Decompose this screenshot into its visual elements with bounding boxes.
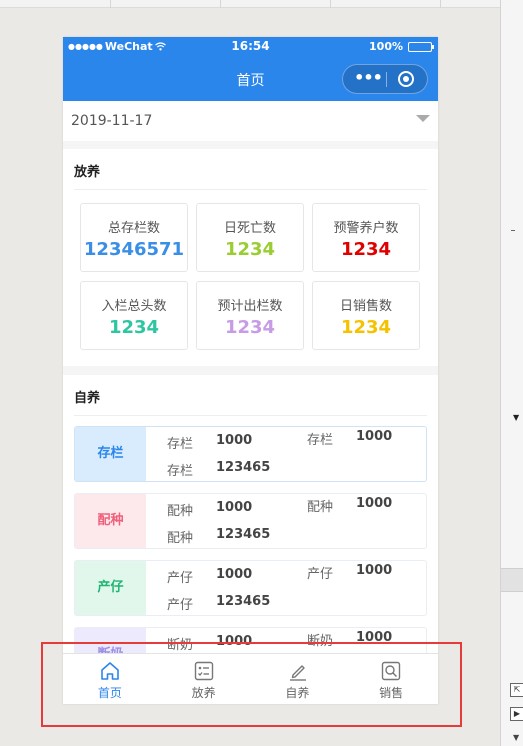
kv-item: 存栏 1000 — [307, 429, 393, 448]
row-tag: 断奶 — [75, 628, 146, 653]
main-content: 2019-11-17 放养 总存栏数 12346571 日死亡数 1234 预警… — [63, 101, 438, 653]
date-value: 2019-11-17 — [71, 113, 153, 129]
kv-item: 产仔 1000 — [167, 567, 253, 586]
scroll-down-arrow-icon[interactable]: ▼ — [513, 413, 519, 422]
stat-value: 1234 — [224, 317, 276, 338]
kv-item: 产仔 1000 — [307, 563, 393, 582]
date-picker[interactable]: 2019-11-17 — [63, 101, 438, 141]
bottom-tab-bar: 首页 放养 自养 销售 — [63, 653, 438, 704]
stat-label: 日死亡数 — [223, 221, 276, 236]
stat-card[interactable]: 预警养户数 1234 — [312, 203, 420, 272]
tab-xiaoshou[interactable]: 销售 — [344, 654, 438, 704]
tab-fangyang[interactable]: 放养 — [157, 654, 251, 704]
stat-value: 1234 — [224, 239, 276, 260]
tab-label: 自养 — [285, 686, 310, 700]
stat-label: 总存栏数 — [107, 221, 160, 236]
battery-status: 100% — [369, 40, 434, 53]
kv-item: 配种 123465 — [167, 527, 271, 546]
battery-percent: 100% — [369, 40, 403, 53]
stat-card[interactable]: 总存栏数 12346571 — [80, 203, 188, 272]
farm-row-cunlan[interactable]: 存栏 存栏 1000 存栏 1000 存栏 123465 — [74, 426, 427, 482]
kv-item: 配种 1000 — [307, 496, 393, 515]
stat-label: 日销售数 — [339, 299, 392, 314]
fangyang-section: 放养 总存栏数 12346571 日死亡数 1234 预警养户数 1234 入栏… — [63, 149, 438, 366]
stat-label: 入栏总头数 — [101, 299, 167, 314]
checklist-icon — [194, 661, 213, 681]
play-tool-icon[interactable]: ▶ — [510, 707, 523, 721]
home-icon — [101, 662, 119, 680]
dropdown-caret-icon — [416, 115, 430, 122]
edit-pen-icon — [289, 665, 306, 681]
farm-row-peizhong[interactable]: 配种 配种 1000 配种 1000 配种 123465 — [74, 493, 427, 549]
stat-value: 12346571 — [83, 239, 185, 260]
stat-label: 预计出栏数 — [217, 299, 283, 314]
kv-item: 存栏 123465 — [167, 460, 271, 479]
kv-item: 存栏 1000 — [167, 433, 253, 452]
tab-home[interactable]: 首页 — [63, 654, 157, 704]
stat-value: 1234 — [340, 239, 392, 260]
stat-value: 1234 — [340, 317, 392, 338]
tab-ziyang[interactable]: 自养 — [251, 654, 345, 704]
farm-row-chanzai[interactable]: 产仔 产仔 1000 产仔 1000 产仔 123465 — [74, 560, 427, 616]
tab-label: 放养 — [191, 686, 216, 700]
stat-card[interactable]: 日死亡数 1234 — [196, 203, 304, 272]
panel-scrollbar-thumb[interactable] — [501, 568, 523, 592]
tab-label: 首页 — [97, 686, 122, 700]
kv-item: 断奶 1000 — [307, 630, 393, 649]
kv-item: 断奶 1000 — [167, 634, 253, 653]
stat-label: 预警养户数 — [333, 221, 399, 236]
ziyang-section: 自养 存栏 存栏 1000 存栏 1000 存栏 123465 配种 配种 1000 配… — [63, 375, 438, 653]
stat-card[interactable]: 日销售数 1234 — [312, 281, 420, 350]
ide-right-panel: ▼ ⇱ ▶ ▼ — [500, 0, 523, 746]
battery-icon — [408, 41, 434, 52]
more-dots-icon[interactable]: ••• — [353, 65, 383, 93]
collapse-dash-icon[interactable] — [511, 230, 515, 231]
stat-value: 1234 — [108, 317, 160, 338]
row-tag: 存栏 — [75, 427, 146, 481]
inspect-tool-icon[interactable]: ⇱ — [510, 683, 523, 697]
expand-chevron-icon[interactable]: ▼ — [513, 733, 519, 742]
tab-label: 销售 — [379, 686, 404, 700]
row-tag: 产仔 — [75, 561, 146, 615]
kv-item: 配种 1000 — [167, 500, 253, 519]
kv-item: 产仔 123465 — [167, 594, 271, 613]
search-doc-icon — [382, 661, 401, 681]
nav-bar: 首页 ••• — [63, 57, 438, 101]
miniprogram-capsule: ••• — [342, 64, 428, 94]
status-bar: ●●●●● WeChat 16:54 100% — [63, 37, 438, 57]
ide-top-toolbar — [0, 0, 523, 8]
stat-card[interactable]: 预计出栏数 1234 — [196, 281, 304, 350]
close-target-icon[interactable] — [398, 71, 414, 87]
farm-row-duannai[interactable]: 断奶 断奶1000 断奶1000 断奶123465 — [74, 627, 427, 653]
row-tag: 配种 — [75, 494, 146, 548]
phone-simulator: ●●●●● WeChat 16:54 100% 首页 ••• 2019-11-1… — [63, 37, 438, 704]
section-title: 自养 — [74, 391, 101, 406]
stat-card[interactable]: 入栏总头数 1234 — [80, 281, 188, 350]
section-title: 放养 — [74, 165, 101, 180]
